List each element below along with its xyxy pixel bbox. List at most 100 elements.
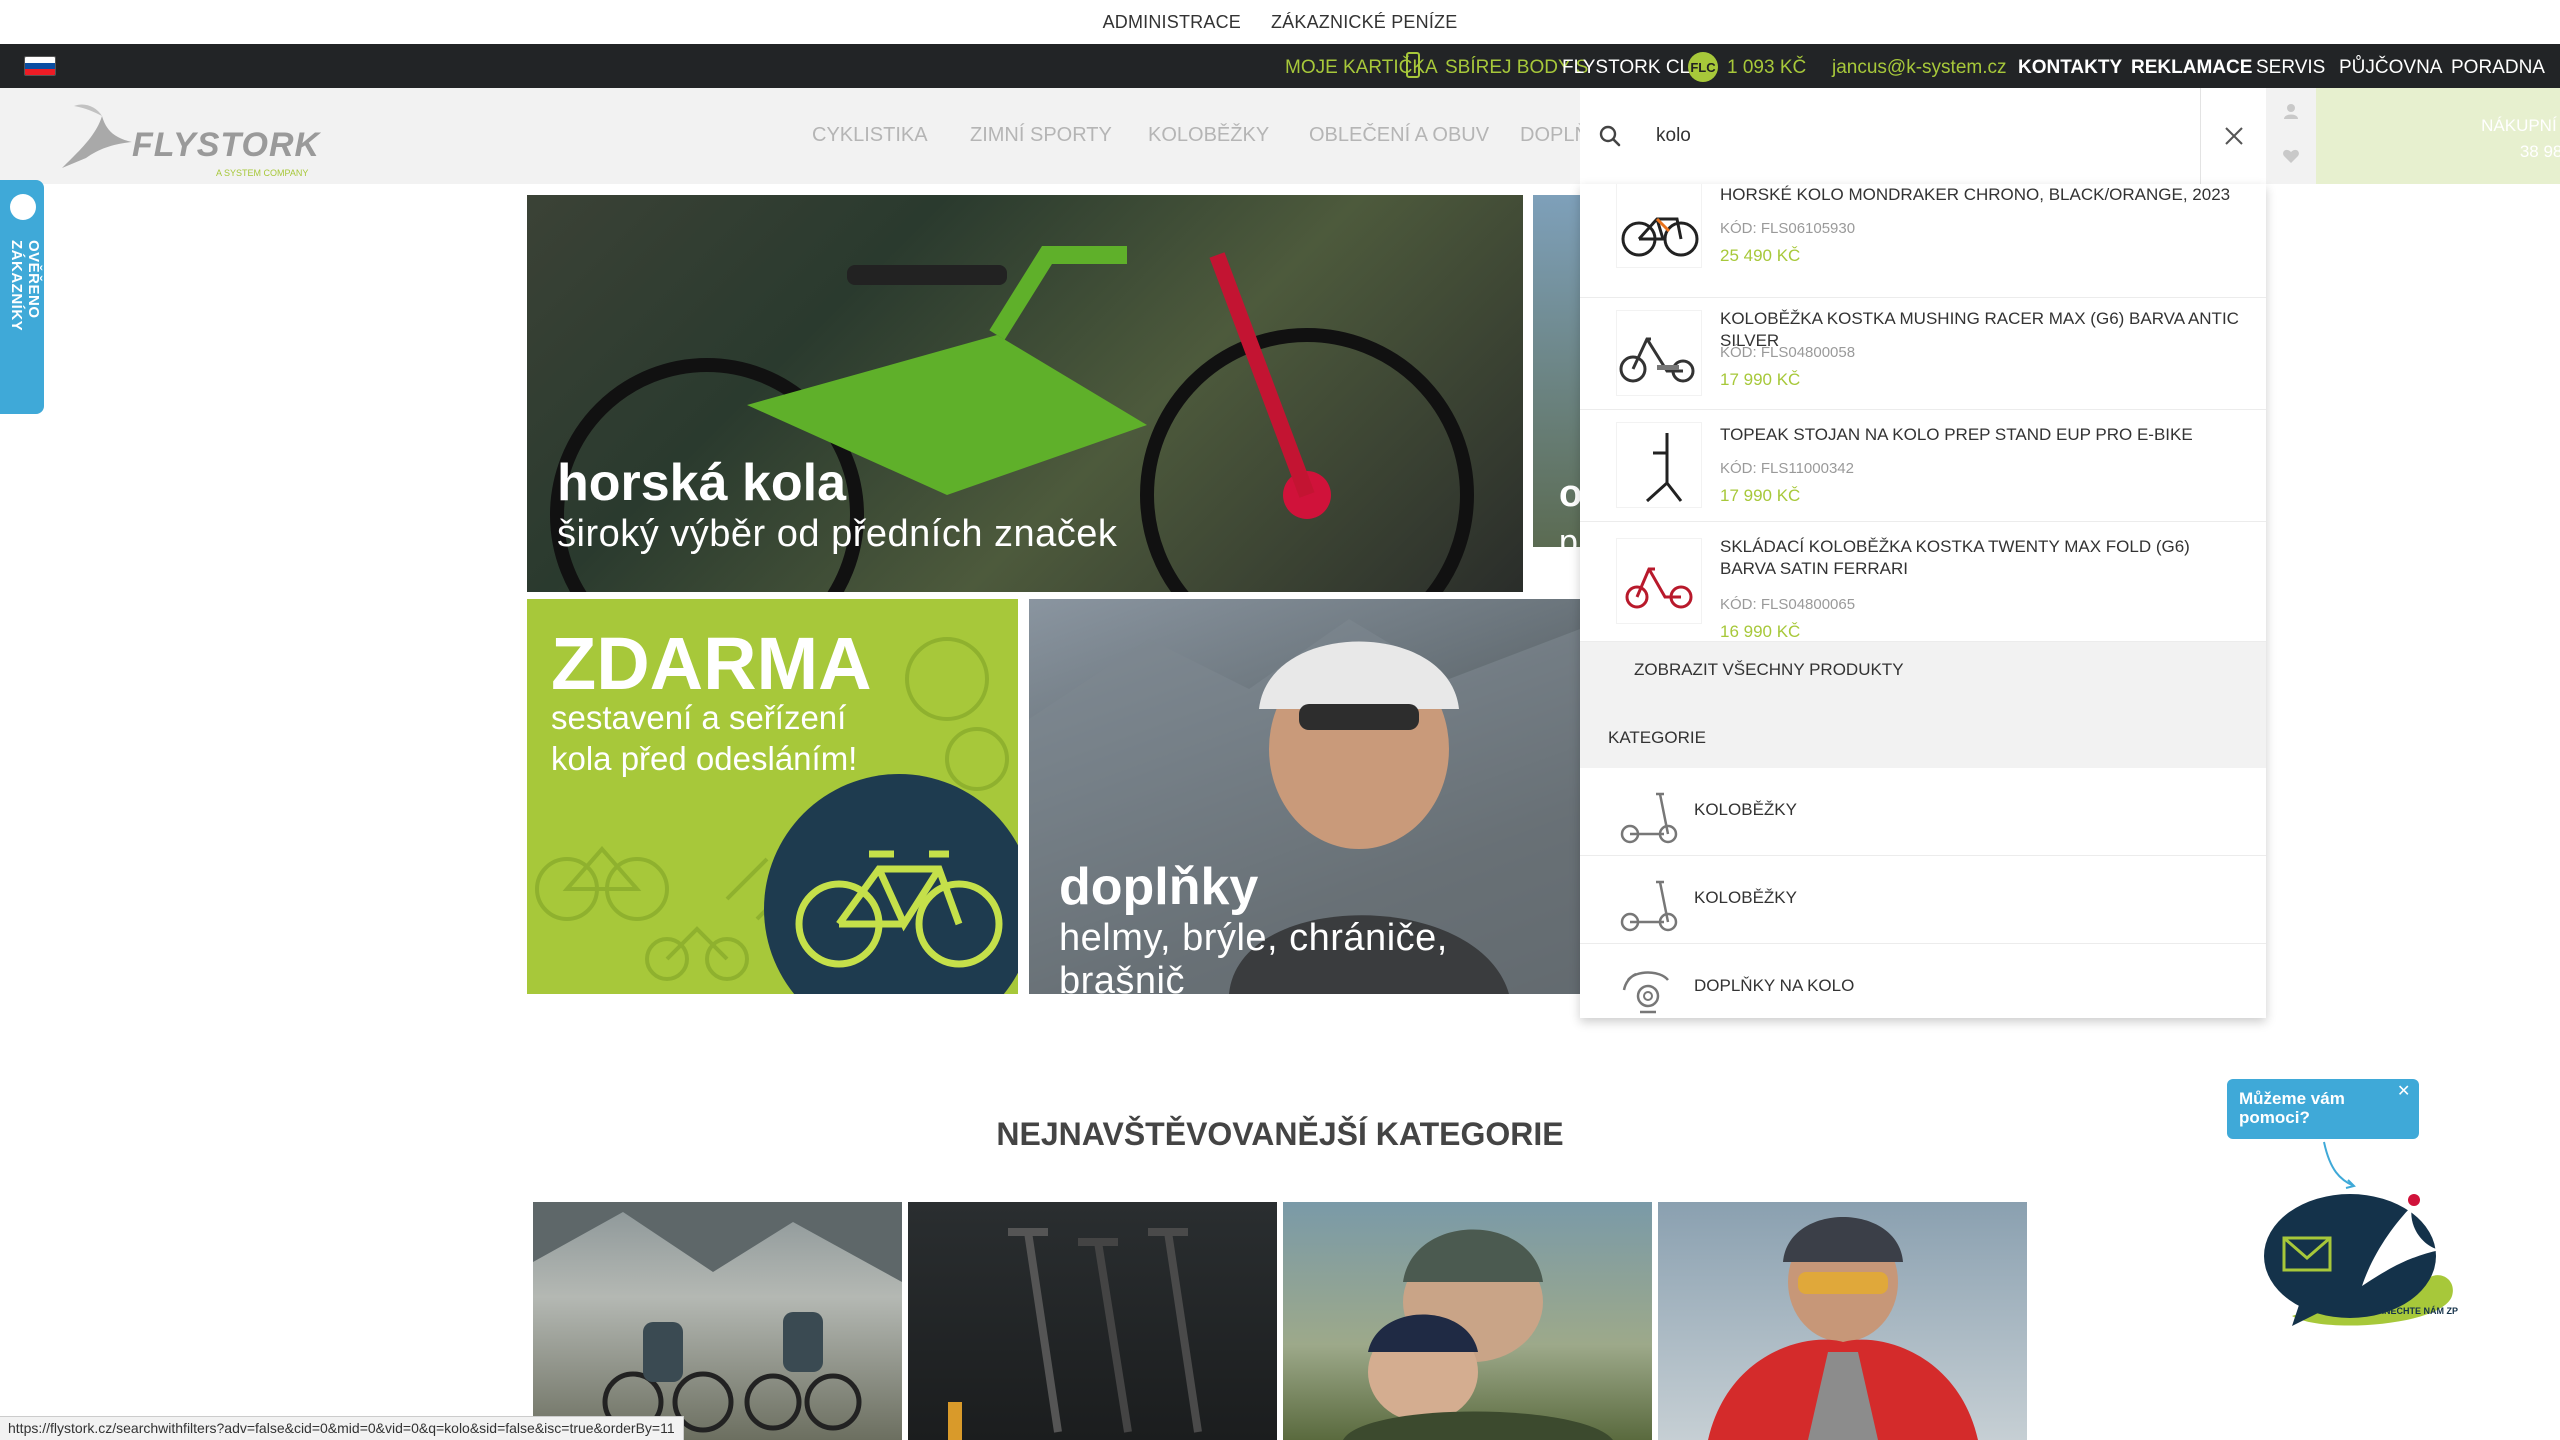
- product-thumbnail: [1616, 310, 1702, 396]
- product-price: 17 990 KČ: [1720, 486, 1801, 505]
- search-result-product[interactable]: SKLÁDACÍ KOLOBĚŽKA KOSTKA TWENTY MAX FOL…: [1580, 522, 2266, 642]
- admin-link[interactable]: ADMINISTRACE: [1103, 12, 1241, 33]
- flc-badge: FLC: [1688, 52, 1718, 82]
- product-code: KÓD: FLS06105930: [1720, 220, 1856, 237]
- chat-arrow-icon: [2323, 1141, 2356, 1189]
- search-result-product[interactable]: KOLOBĚŽKA KOSTKA MUSHING RACER MAX (G6) …: [1580, 298, 2266, 410]
- accessories-title: doplňky: [1059, 858, 1259, 916]
- hero-free-assembly[interactable]: ZDARMA sestavení a seřízení kola před od…: [527, 599, 1018, 994]
- hero-side-letter-1: o: [1559, 473, 1581, 515]
- chat-widget-label: ZANECHTE NÁM ZPRÁVU: [2372, 1306, 2458, 1316]
- product-code: KÓD: FLS04800058: [1720, 344, 1856, 361]
- cyclist-jacket-image: [1708, 1217, 1978, 1440]
- product-code: KÓD: FLS11000342: [1720, 460, 1854, 477]
- categories-heading-label: KATEGORIE: [1608, 728, 1706, 747]
- search-result-category[interactable]: KOLOBĚŽKY: [1580, 856, 2266, 944]
- mountain-riders-image: [533, 1202, 902, 1433]
- product-code: KÓD: FLS04800065: [1720, 596, 1856, 613]
- customer-money-link[interactable]: ZÁKAZNICKÉ PENÍZE: [1271, 12, 1457, 33]
- nav-cycling[interactable]: CYKLISTIKA: [812, 124, 928, 147]
- search-input[interactable]: [1656, 118, 2156, 154]
- accessories-subtitle: helmy, brýle, chrániče, brašnič: [1059, 917, 1448, 994]
- service-link[interactable]: SERVIS: [2256, 57, 2325, 79]
- product-thumbnail: [1616, 184, 1702, 268]
- hero-main-title: horská kola: [557, 454, 847, 512]
- product-price: 25 490 KČ: [1720, 246, 1801, 265]
- product-thumbnail: [1616, 538, 1702, 624]
- free-subtitle: sestavení a seřízení kola před odesláním…: [551, 697, 971, 779]
- search-dropdown: HORSKÉ KOLO MONDRAKER CHRONO, BLACK/ORAN…: [1580, 184, 2266, 1018]
- search-close-button[interactable]: [2200, 88, 2266, 184]
- bike-circle-graphic: [764, 774, 1018, 994]
- complaints-link[interactable]: REKLAMACE: [2131, 57, 2252, 79]
- product-thumbnail: [1616, 422, 1702, 508]
- electric-scooters-image: [948, 1228, 1202, 1440]
- free-subtitle-line-1: sestavení a seřízení: [551, 699, 847, 736]
- product-price: 16 990 KČ: [1720, 622, 1801, 641]
- search-icon[interactable]: [1598, 124, 1622, 148]
- popular-categories-title: NEJNAVŠTĚVOVANĚJŠÍ KATEGORIE: [996, 1116, 1564, 1152]
- mountain-bike-icon: [1621, 217, 1699, 257]
- scooter-icon: [1620, 880, 1678, 932]
- categories-heading: KATEGORIE: [1580, 698, 2266, 768]
- product-name: SKLÁDACÍ KOLOBĚŽKA KOSTKA TWENTY MAX FOL…: [1720, 537, 2190, 578]
- chat-widget-button[interactable]: ZANECHTE NÁM ZPRÁVU: [2262, 1186, 2484, 1334]
- flystork-logo[interactable]: FLYSTORK A SYSTEM COMPANY: [56, 96, 326, 178]
- search-panel: [1580, 88, 2266, 184]
- nav-scooters[interactable]: KOLOBĚŽKY: [1148, 124, 1269, 147]
- close-icon: [2224, 127, 2243, 145]
- folding-scooter-icon: [1625, 567, 1693, 609]
- free-subtitle-line-2: kola před odesláním!: [551, 740, 858, 777]
- browser-status-url: https://flystork.cz/searchwithfilters?ad…: [0, 1416, 684, 1440]
- user-email[interactable]: jancus@k-system.cz: [1832, 57, 2007, 79]
- heart-icon[interactable]: [2282, 148, 2300, 164]
- free-title: ZDARMA: [551, 622, 872, 705]
- scooter-icon: [1620, 792, 1678, 844]
- user-icon[interactable]: [2282, 102, 2300, 120]
- bike-stand-icon: [1645, 433, 1683, 503]
- show-all-label: ZOBRAZIT VŠECHNY PRODUKTY: [1634, 660, 1904, 679]
- chat-help-bubble[interactable]: Můžeme vám pomoci? ✕: [2227, 1079, 2419, 1139]
- category-label: KOLOBĚŽKY: [1694, 888, 1797, 907]
- points-value: 1 093 KČ: [1727, 57, 1807, 78]
- cart-button[interactable]: NÁKUPNÍ KOŠÍK (2) 38 980 KČ: [2316, 88, 2560, 184]
- verified-customers-tab[interactable]: OVĚŘENO ZÁKAZNÍKY: [0, 180, 44, 414]
- category-tile-helmets[interactable]: [1283, 1202, 1652, 1440]
- category-label: KOLOBĚŽKY: [1694, 800, 1797, 819]
- nav-clothing[interactable]: OBLEČENÍ A OBUV: [1309, 124, 1489, 147]
- hero-main-subtitle: široký výběr od předních značek: [557, 513, 1118, 555]
- hero-mountain-bikes[interactable]: horská kola široký výběr od předních zna…: [527, 195, 1523, 592]
- product-name: TOPEAK STOJAN NA KOLO PREP STAND EUP PRO…: [1720, 425, 2193, 444]
- search-result-product[interactable]: TOPEAK STOJAN NA KOLO PREP STAND EUP PRO…: [1580, 410, 2266, 522]
- hero-accessories[interactable]: doplňky helmy, brýle, chrániče, brašnič: [1029, 599, 1580, 994]
- hero-side-tile[interactable]: o p: [1533, 195, 1581, 547]
- mother-child-helmets-image: [1343, 1229, 1613, 1440]
- message-stork-icon: ZANECHTE NÁM ZPRÁVU: [2264, 1194, 2484, 1326]
- search-result-category[interactable]: KOLOBĚŽKY: [1580, 768, 2266, 856]
- category-tile-ebikes[interactable]: [533, 1202, 902, 1440]
- logo-text: FLYSTORK: [132, 126, 321, 164]
- bicycle-icon: [795, 850, 1003, 968]
- search-result-product[interactable]: HORSKÉ KOLO MONDRAKER CHRONO, BLACK/ORAN…: [1580, 184, 2266, 298]
- chat-close-button[interactable]: ✕: [2397, 1081, 2410, 1101]
- bike-accessory-icon: [1622, 971, 1669, 1014]
- verified-customers-label: OVĚŘENO ZÁKAZNÍKY: [8, 240, 42, 332]
- advice-link[interactable]: PORADNA: [2451, 57, 2545, 79]
- search-result-category[interactable]: DOPLŇKY NA KOLO: [1580, 944, 2266, 1018]
- nav-winter-sports[interactable]: ZIMNÍ SPORTY: [970, 124, 1112, 147]
- stork-logo-icon: [62, 104, 132, 168]
- show-all-products-link[interactable]: ZOBRAZIT VŠECHNY PRODUKTY: [1580, 642, 2266, 698]
- rental-link[interactable]: PŮJČOVNA: [2339, 57, 2442, 79]
- slovak-flag-icon[interactable]: [24, 56, 56, 76]
- top-strip: ADMINISTRACE ZÁKAZNICKÉ PENÍZE: [0, 0, 2560, 44]
- hero-side-letter-2: p: [1559, 523, 1579, 547]
- category-tile-scooters[interactable]: [908, 1202, 1277, 1440]
- utility-bar: MOJE KARTIČKA SBÍREJ BODY S FLYSTORK CLU…: [0, 44, 2560, 88]
- verified-badge-icon: [10, 194, 36, 220]
- nav-accessories[interactable]: DOPLŇ: [1520, 124, 1589, 147]
- phone-icon: [1406, 52, 1420, 78]
- product-price: 17 990 KČ: [1720, 370, 1801, 389]
- contacts-link[interactable]: KONTAKTY: [2018, 57, 2122, 79]
- user-icons: [2266, 88, 2316, 184]
- category-tile-clothing[interactable]: [1658, 1202, 2027, 1440]
